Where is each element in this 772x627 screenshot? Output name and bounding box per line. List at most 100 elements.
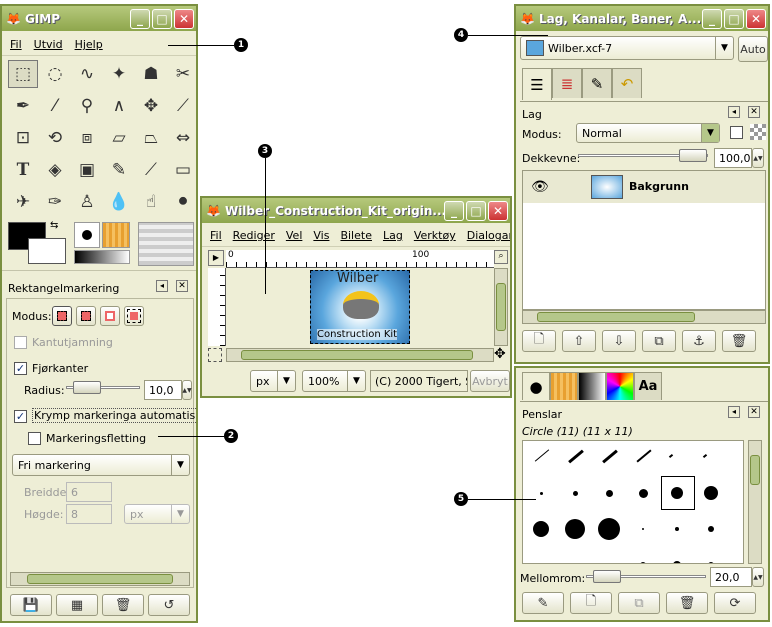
brush-preview-dot[interactable] (704, 486, 718, 500)
color-picker-tool-icon[interactable]: ⁄ (40, 92, 70, 120)
brush-preview-stroke[interactable] (602, 449, 618, 464)
image-menu-button[interactable]: ▶ (208, 250, 224, 266)
delete-layer-button[interactable]: 🗑 (722, 330, 756, 352)
feather-checkbox[interactable]: ✓ (14, 362, 27, 375)
brush-preview-stroke[interactable] (568, 449, 584, 464)
tab-palettes[interactable] (606, 372, 634, 400)
layer-name[interactable]: Bakgrunn (629, 180, 689, 193)
smudge-tool-icon[interactable]: ☝ (136, 188, 166, 216)
brush-preview-stroke[interactable] (702, 453, 708, 459)
panel-close-icon[interactable]: ✕ (748, 106, 760, 118)
menu-rediger[interactable]: Rediger (233, 229, 275, 242)
brush-preview-dot[interactable] (708, 562, 714, 563)
rotate-tool-icon[interactable]: ⟲ (40, 124, 70, 152)
flip-tool-icon[interactable]: ⇔ (168, 124, 196, 152)
layer-mode-combo[interactable]: Normal ▼ (576, 123, 720, 143)
opacity-spinner[interactable]: ▲▼ (752, 148, 764, 168)
mode-add-button[interactable] (76, 306, 96, 326)
menu-utvid[interactable]: Utvid (34, 38, 63, 51)
close-button[interactable]: ✕ (174, 8, 194, 29)
zoom-fit-icon[interactable]: ⌕ (494, 250, 508, 264)
brushes-scrollbar[interactable] (748, 440, 762, 564)
height-field[interactable]: 8 (66, 504, 112, 524)
menu-verktoy[interactable]: Verktøy (414, 229, 456, 242)
quick-mask-icon[interactable] (208, 348, 222, 362)
mode-intersect-button[interactable] (124, 306, 144, 326)
brush-preview-dot[interactable] (638, 488, 648, 498)
fixed-mode-combo[interactable]: Fri markering ▼ (12, 454, 190, 476)
crop-tool-icon[interactable]: ⊡ (8, 124, 38, 152)
menu-vel[interactable]: Vel (286, 229, 303, 242)
scissors-select-tool-icon[interactable]: ✂ (168, 60, 196, 88)
image-canvas[interactable]: Wilber Construction Kit (226, 268, 494, 346)
tool-options-scrollbar[interactable] (10, 572, 190, 586)
text-tool-icon[interactable]: T (8, 156, 38, 184)
brush-preview-dot[interactable] (539, 491, 543, 495)
menu-dialogar[interactable]: Dialogar (467, 229, 510, 242)
brush-preview-stroke[interactable] (636, 449, 652, 463)
active-pattern-preview[interactable] (102, 222, 130, 248)
unit-combo[interactable]: px ▼ (250, 370, 296, 392)
brush-preview-dot[interactable] (642, 528, 644, 530)
brush-preview-dot[interactable] (598, 518, 620, 540)
spacing-slider[interactable] (586, 570, 706, 583)
panel-menu-icon[interactable]: ◂ (156, 280, 168, 292)
rect-select-tool-icon[interactable]: ⬚ (8, 60, 38, 88)
eraser-tool-icon[interactable]: ▭ (168, 156, 196, 184)
menu-bilete[interactable]: Bilete (340, 229, 372, 242)
dodge-burn-tool-icon[interactable]: ⚫ (168, 188, 196, 216)
brush-preview-dot[interactable] (572, 490, 578, 496)
bucket-fill-tool-icon[interactable]: ◈ (40, 156, 70, 184)
mode-subtract-button[interactable] (100, 306, 120, 326)
tab-channels[interactable]: ≣ (552, 68, 582, 98)
radius-slider[interactable] (66, 381, 140, 394)
save-options-button[interactable]: 💾 (10, 594, 52, 616)
mode-replace-button[interactable] (52, 306, 72, 326)
anchor-layer-button[interactable]: ⚓ (682, 330, 716, 352)
duplicate-layer-button[interactable]: ⧉ (642, 330, 676, 352)
toolbox-titlebar[interactable]: 🦊 GIMP _ □ ✕ (2, 6, 196, 31)
blur-tool-icon[interactable]: 💧 (104, 188, 134, 216)
edit-brush-button[interactable]: ✎ (522, 592, 564, 614)
delete-options-button[interactable]: 🗑 (102, 594, 144, 616)
minimize-button[interactable]: _ (130, 8, 150, 29)
measure-tool-icon[interactable]: ∧ (104, 92, 134, 120)
brush-preview-dot[interactable] (565, 519, 585, 539)
maximize-button[interactable]: □ (724, 8, 744, 29)
tab-gradients[interactable] (578, 372, 606, 400)
new-brush-button[interactable]: 🗋 (570, 592, 612, 614)
eye-icon[interactable]: 👁 (531, 179, 549, 195)
spacing-spinner[interactable]: ▲▼ (752, 567, 764, 587)
close-button[interactable]: ✕ (488, 200, 508, 221)
active-gradient-preview[interactable] (74, 250, 130, 264)
pencil-tool-icon[interactable]: ✎ (104, 156, 134, 184)
tab-undo[interactable]: ↶ (612, 68, 642, 98)
close-button[interactable]: ✕ (746, 8, 766, 29)
panel-close-icon[interactable]: ✕ (748, 406, 760, 418)
tab-paths[interactable]: ✎ (582, 68, 612, 98)
shear-tool-icon[interactable]: ▱ (104, 124, 134, 152)
layers-titlebar[interactable]: 🦊 Lag, Kanalar, Baner, A... _ □ ✕ (516, 6, 768, 31)
width-field[interactable]: 6 (66, 482, 112, 502)
airbrush-tool-icon[interactable]: ✈ (8, 188, 38, 216)
brush-preview-dot[interactable] (640, 562, 646, 563)
refresh-brushes-button[interactable]: ⟳ (714, 592, 756, 614)
maximize-button[interactable]: □ (466, 200, 486, 221)
image-hscrollbar[interactable] (226, 348, 494, 362)
layers-scrollbar[interactable] (522, 310, 766, 324)
perspective-tool-icon[interactable]: ⏢ (136, 124, 166, 152)
panel-menu-icon[interactable]: ◂ (728, 406, 740, 418)
paintbrush-tool-icon[interactable]: ⟋ (136, 156, 166, 184)
image-titlebar[interactable]: 🦊 Wilber_Construction_Kit_origin... _ □ … (202, 198, 510, 223)
brush-preview-dot[interactable] (675, 527, 679, 531)
ellipse-select-tool-icon[interactable]: ◌ (40, 60, 70, 88)
menu-fil[interactable]: Fil (10, 38, 22, 51)
image-vscrollbar[interactable] (494, 268, 508, 346)
opacity-slider[interactable] (578, 149, 708, 162)
menu-lag[interactable]: Lag (383, 229, 403, 242)
ink-tool-icon[interactable]: ✑ (40, 188, 70, 216)
brush-preview-dot[interactable] (539, 563, 543, 564)
radius-spinner[interactable]: ▲▼ (182, 380, 192, 400)
tab-patterns[interactable] (550, 372, 578, 400)
brush-preview-dot[interactable] (572, 562, 578, 563)
